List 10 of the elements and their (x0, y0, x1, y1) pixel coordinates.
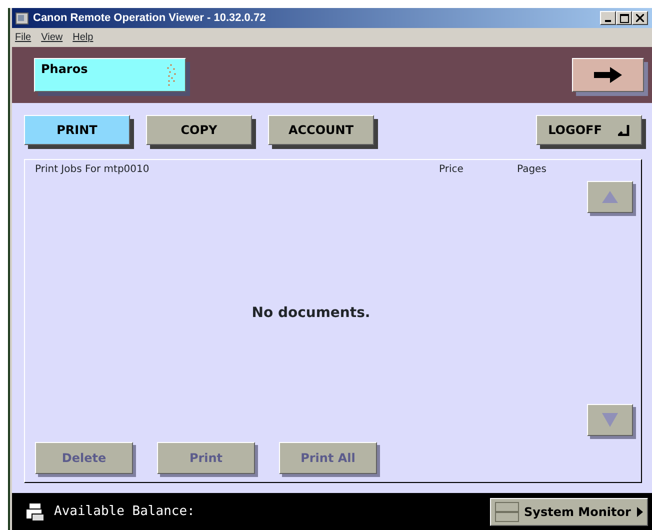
menu-item[interactable]: Help (72, 32, 94, 43)
menu-item[interactable]: File (15, 32, 32, 43)
window-title: Canon Remote Operation Viewer - 10.32.0.72 (33, 12, 267, 24)
system-monitor-button[interactable]: System Monitor (490, 498, 648, 526)
empty-message: No documents. (252, 304, 370, 320)
column-header: Price (439, 164, 464, 175)
list-title: Print Jobs For mtp0010 (35, 164, 150, 175)
menu-item[interactable]: View (41, 32, 63, 43)
column-header: Pages (517, 164, 546, 175)
balance-label: Available Balance: (54, 504, 195, 519)
